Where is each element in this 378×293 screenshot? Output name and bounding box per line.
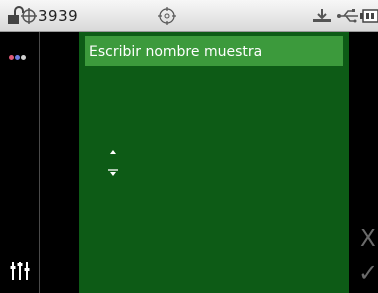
cancel-button[interactable]: X	[360, 226, 376, 252]
scroll-up-arrow-icon[interactable]	[108, 148, 118, 156]
sample-name-text: Escribir nombre muestra	[89, 44, 263, 60]
dot-1	[9, 55, 14, 60]
dot-3	[21, 55, 26, 60]
right-toolbar	[349, 32, 378, 293]
usb-icon	[337, 9, 358, 23]
confirm-button[interactable]: ✓	[358, 259, 378, 287]
crosshair-icon[interactable]	[19, 6, 39, 26]
spacer-strip	[41, 32, 79, 293]
scroll-down-arrow-icon[interactable]	[107, 168, 119, 178]
sample-count: 3939	[38, 7, 79, 25]
status-bar: 3939	[0, 0, 378, 32]
color-dots-icon[interactable]	[9, 45, 27, 64]
sliders-icon[interactable]	[10, 260, 30, 282]
sample-name-field[interactable]: Escribir nombre muestra	[85, 36, 343, 66]
download-tray-icon	[313, 9, 331, 22]
sample-name-panel: Escribir nombre muestra	[79, 32, 349, 293]
battery-icon	[360, 9, 378, 23]
left-toolbar	[0, 32, 40, 293]
dot-2	[15, 55, 20, 60]
target-icon[interactable]	[157, 6, 177, 26]
